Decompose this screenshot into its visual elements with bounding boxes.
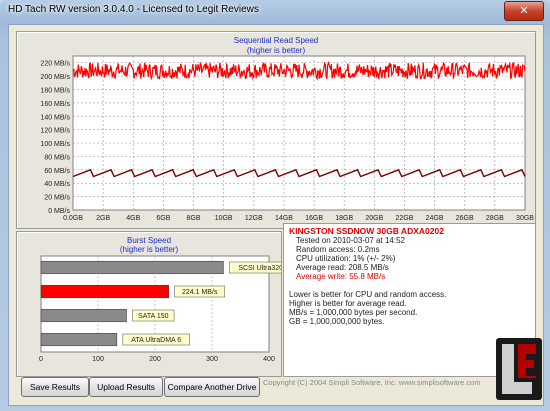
y-tick-label: 80 MB/s [44,154,70,161]
burst-speed-panel: Burst Speed (higher is better) 0 100 200 30… [16,231,282,377]
compare-another-drive-button[interactable]: Compare Another Drive [164,377,260,397]
y-tick-label: 140 MB/s [40,114,70,121]
x-tick-label: 12GB [245,215,263,222]
burst-bar [40,260,224,275]
legit-reviews-logo [496,338,542,400]
close-button[interactable]: ✕ [504,1,544,21]
y-tick-label: 100 MB/s [40,141,70,148]
cpu-utilization: CPU utilization: 1% (+/- 2%) [296,254,396,263]
random-access: Random access: 0.2ms [296,245,380,254]
x-tick-label: 16GB [305,215,323,222]
x-tick-label: 20GB [365,215,383,222]
x-tick-label: 22GB [396,215,414,222]
burst-bar [40,284,170,299]
burst-x-tick-label: 200 [149,356,161,363]
x-tick-label: 28GB [486,215,504,222]
note-read: Higher is better for average read. [289,299,407,308]
x-tick-label: 2GB [96,215,110,222]
tested-on: Tested on 2010-03-07 at 14:52 [296,236,405,245]
x-tick-label: 18GB [335,215,353,222]
upload-results-button[interactable]: Upload Results [89,377,163,397]
burst-x-tick-label: 0 [39,356,43,363]
x-tick-label: 8GB [187,215,201,222]
upload-results-label: Upload Results [97,382,155,392]
x-tick-label: 6GB [156,215,170,222]
app-window: HD Tach RW version 3.0.4.0 - Licensed to… [0,0,550,411]
legit-reviews-logo-graphic [496,338,542,400]
burst-speed-chart: 0 100 200 300 400 SCSI Ultra320 224.1 MB/s SATA… [39,255,281,363]
x-tick-label: 30GB [516,215,534,222]
y-tick-label: 40 MB/s [44,181,70,188]
client-area: Sequential Read Speed (higher is better)… [8,24,544,406]
title-bar[interactable]: HD Tach RW version 3.0.4.0 - Licensed to… [0,0,550,24]
average-write: Average write: 55.8 MB/s [296,272,386,281]
read-plot-area [72,55,526,211]
average-read: Average read: 208.5 MB/s [296,263,389,272]
y-tick-label: 180 MB/s [40,87,70,94]
sequential-read-panel: Sequential Read Speed (higher is better)… [16,31,536,229]
note-gb: GB = 1,000,000,000 bytes. [289,317,385,326]
save-results-label: Save Results [29,382,81,392]
window-title: HD Tach RW version 3.0.4.0 - Licensed to… [8,4,259,15]
burst-x-tick-label: 100 [92,356,104,363]
burst-value-label: SCSI Ultra320 [238,265,281,272]
sequential-read-chart: 0 MB/s 20 MB/s 40 MB/s 60 MB/s 80 MB/s 100 MB… [40,55,534,222]
y-tick-label: 0 MB/s [48,208,70,215]
compare-another-drive-label: Compare Another Drive [167,382,257,392]
x-tick-label: 4GB [126,215,140,222]
y-tick-label: 60 MB/s [44,168,70,175]
burst-x-tick-label: 300 [206,356,218,363]
burst-value-label: ATA UltraDMA 6 [131,337,181,344]
copyright-text: Copyright (C) 2004 Simpli Software, Inc.… [263,378,481,387]
burst-value-label: 224.1 MB/s [182,289,218,296]
y-tick-label: 120 MB/s [40,128,70,135]
x-tick-label: 24GB [426,215,444,222]
x-tick-label: 14GB [275,215,293,222]
x-tick-label: 26GB [456,215,474,222]
burst-value-label: SATA 150 [138,313,169,320]
drive-name: KINGSTON SSDNOW 30GB ADXA0202 [289,226,444,236]
y-tick-label: 200 MB/s [40,74,70,81]
y-tick-label: 220 MB/s [40,61,70,68]
x-tick-label: 0.0GB [63,215,83,222]
y-tick-label: 20 MB/s [44,195,70,202]
burst-bar [40,332,118,347]
note-mbs: MB/s = 1,000,000 bytes per second. [289,308,418,317]
x-tick-label: 10GB [215,215,233,222]
burst-bar [40,308,127,323]
save-results-button[interactable]: Save Results [21,377,89,397]
note-cpu: Lower is better for CPU and random acces… [289,290,447,299]
y-tick-label: 160 MB/s [40,101,70,108]
burst-x-tick-label: 400 [263,356,275,363]
